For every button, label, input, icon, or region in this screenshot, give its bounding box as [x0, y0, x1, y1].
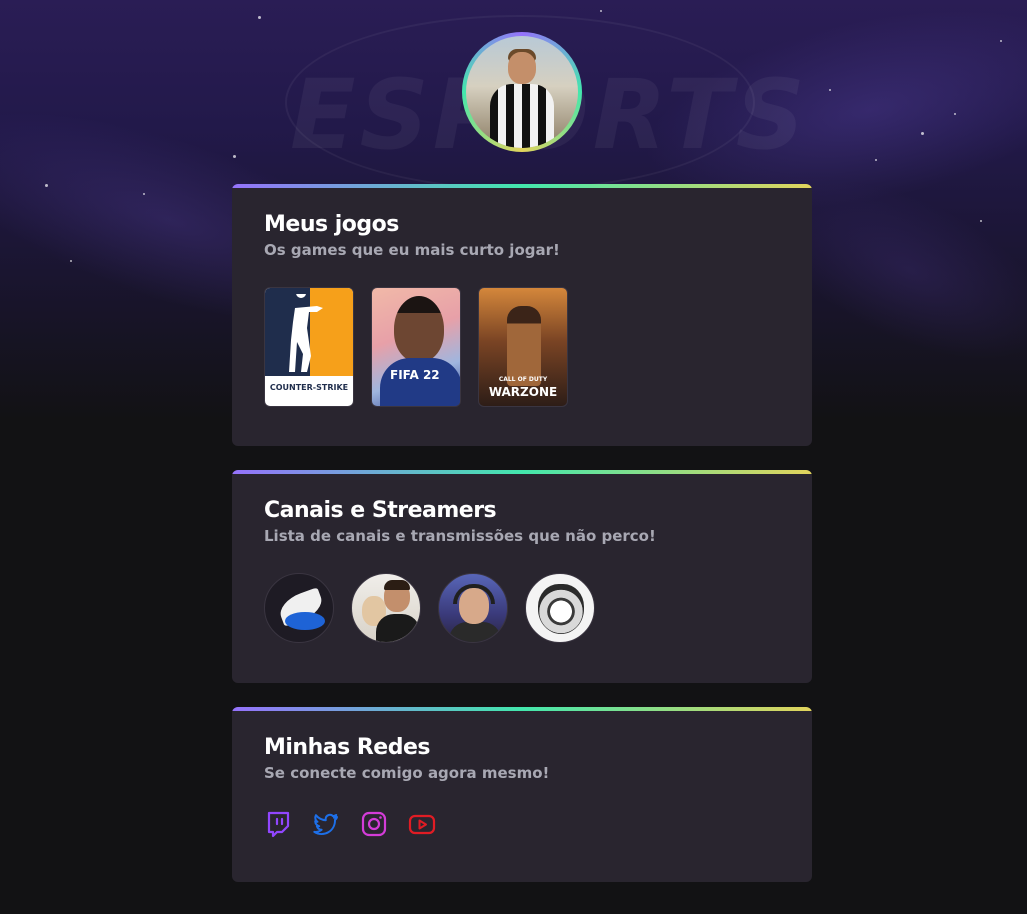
streamers-card: Canais e Streamers Lista de canais e tra… — [232, 470, 812, 683]
games-title: Meus jogos — [264, 212, 399, 237]
games-subtitle: Os games que eu mais curto jogar! — [264, 241, 560, 259]
gradient-bar — [232, 470, 812, 474]
channel-avatar-headset-streamer[interactable] — [438, 573, 508, 643]
games-card: Meus jogos Os games que eu mais curto jo… — [232, 184, 812, 446]
gradient-bar — [232, 707, 812, 711]
twitch-icon[interactable] — [264, 810, 292, 838]
streamers-title: Canais e Streamers — [264, 498, 497, 523]
game-card-warzone[interactable]: CALL OF DUTY WARZONE — [478, 287, 568, 407]
social-subtitle: Se conecte comigo agora mesmo! — [264, 764, 550, 782]
channel-avatar-winged-helmet[interactable] — [264, 573, 334, 643]
instagram-icon[interactable] — [360, 810, 388, 838]
profile-avatar — [462, 32, 582, 152]
social-card: Minhas Redes Se conecte comigo agora mes… — [232, 707, 812, 882]
social-title: Minhas Redes — [264, 735, 430, 760]
game-card-fifa22[interactable]: FIFA 22 — [371, 287, 461, 407]
social-links — [264, 810, 436, 838]
channel-avatar-tiger[interactable] — [525, 573, 595, 643]
gradient-bar — [232, 184, 812, 188]
game-title: CALL OF DUTY WARZONE — [479, 374, 567, 398]
youtube-icon[interactable] — [408, 810, 436, 838]
streamers-subtitle: Lista de canais e transmissões que não p… — [264, 527, 656, 545]
games-list: COUNTER-STRIKE FIFA 22 CALL OF DUTY WARZ… — [264, 287, 568, 407]
game-title: FIFA 22 — [390, 368, 440, 382]
streamers-list — [264, 573, 595, 643]
avatar-photo — [466, 36, 578, 148]
twitter-icon[interactable] — [312, 810, 340, 838]
game-name: WARZONE — [488, 385, 558, 399]
counter-strike-soldier-icon — [289, 294, 323, 372]
game-title: COUNTER-STRIKE — [269, 383, 349, 392]
game-card-counter-strike[interactable]: COUNTER-STRIKE — [264, 287, 354, 407]
channel-avatar-mask-streamer[interactable] — [351, 573, 421, 643]
